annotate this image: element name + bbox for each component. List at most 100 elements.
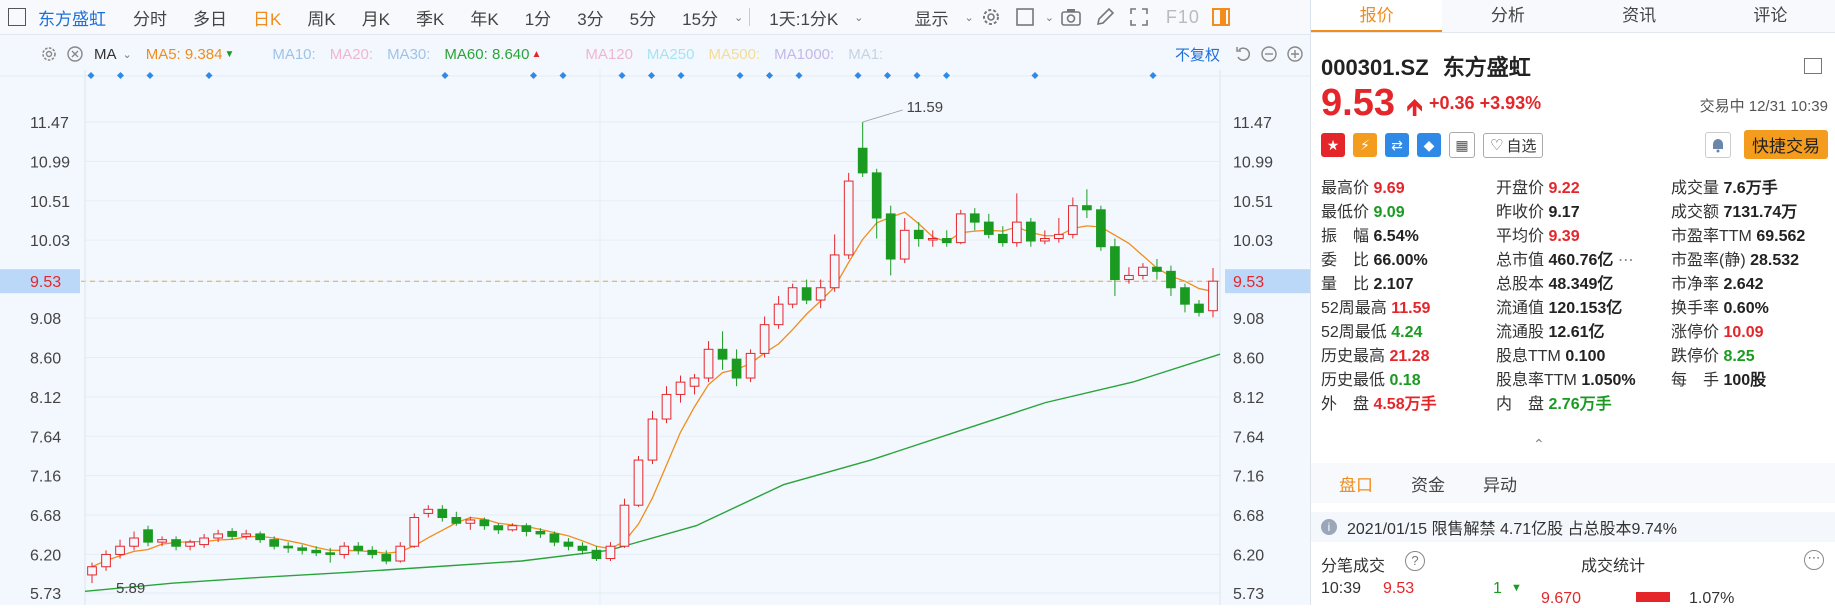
- quote-value: 100股: [1719, 372, 1767, 389]
- quote-cell: 市盈率(静) 28.532: [1671, 246, 1821, 270]
- lower-tabs: 盘口 资金 异动: [1311, 463, 1835, 503]
- y-tick-label-right: 10.51: [1233, 194, 1273, 211]
- quote-value: 9.22: [1544, 180, 1580, 197]
- quote-cell: 52周最高 11.59: [1321, 294, 1496, 318]
- candle-body: [675, 381, 686, 395]
- camera-icon[interactable]: [1060, 6, 1082, 28]
- period-tab-5min[interactable]: 5分: [617, 5, 669, 30]
- bookmark-icon[interactable]: ▦: [1449, 132, 1475, 158]
- candle-body: [227, 530, 237, 537]
- quote-row: 52周最低 4.24 流通股 12.61亿 涨停价 10.09: [1321, 318, 1821, 342]
- gear-icon[interactable]: [980, 6, 1002, 28]
- candle-body: [521, 525, 532, 532]
- up-arrow-icon: 🡹: [1406, 94, 1424, 121]
- stock-name-label[interactable]: 东方盛虹: [38, 5, 106, 30]
- candle-body: [703, 348, 714, 379]
- deal-stats-pct: 1.07%: [1689, 590, 1735, 607]
- candle-body: [199, 537, 209, 546]
- heart-icon: ♡: [1490, 137, 1504, 154]
- period-tab-daily[interactable]: 日K: [240, 5, 294, 30]
- candle-body: [283, 545, 294, 549]
- display-menu[interactable]: 显示: [901, 5, 961, 30]
- chevron-down-icon[interactable]: ⌄: [854, 11, 863, 24]
- shuffle-icon[interactable]: ⇄: [1385, 133, 1409, 157]
- tab-movements[interactable]: 异动: [1483, 471, 1517, 496]
- period-tab-1min[interactable]: 1分: [512, 5, 564, 30]
- lightning-icon[interactable]: ⚡: [1353, 133, 1377, 157]
- candle-body: [1166, 270, 1176, 289]
- tab-comments[interactable]: 评论: [1704, 0, 1835, 32]
- period-tab-monthly[interactable]: 月K: [349, 5, 403, 30]
- ma-label[interactable]: MA: [94, 46, 117, 63]
- tab-funds[interactable]: 资金: [1411, 471, 1445, 496]
- down-triangle-icon: ▼: [1511, 582, 1522, 594]
- deal-stats-price: 9.670: [1541, 590, 1582, 607]
- chevron-up-icon[interactable]: ⌃: [1533, 436, 1545, 453]
- chevron-down-icon[interactable]: ⌄: [123, 48, 132, 61]
- zoom-in-icon[interactable]: [1286, 45, 1304, 63]
- candlestick-chart[interactable]: 11.47 10.99 10.51 10.03 9.53 9.08 8.60 8.12 7.64…: [0, 70, 1310, 605]
- period-tab-3min[interactable]: 3分: [564, 5, 616, 30]
- fullscreen-icon[interactable]: [1128, 6, 1150, 28]
- y-tick-label-left: 6.20: [30, 547, 61, 564]
- period-tab-weekly[interactable]: 周K: [294, 5, 348, 30]
- tag-icon[interactable]: ◆: [1417, 133, 1441, 157]
- quote-cell: 流通值 120.153亿: [1496, 294, 1671, 318]
- candle-body: [549, 533, 560, 543]
- quote-cell: 成交额 7131.74万: [1671, 198, 1821, 222]
- period-tab-quarterly[interactable]: 季K: [403, 5, 457, 30]
- candle-body: [857, 147, 868, 174]
- quote-cell: 最低价 9.09: [1321, 198, 1496, 222]
- adjust-mode-button[interactable]: 不复权: [1175, 44, 1220, 65]
- candle-body: [1152, 266, 1162, 272]
- undo-icon[interactable]: [1234, 45, 1252, 63]
- chevron-down-icon[interactable]: ⌄: [734, 11, 743, 24]
- quote-label: 委 比: [1321, 252, 1370, 269]
- chevron-down-icon[interactable]: ⌄: [964, 11, 973, 24]
- layout-icon[interactable]: [8, 8, 26, 26]
- quote-label: 每 手: [1671, 372, 1720, 389]
- close-icon[interactable]: [66, 45, 84, 63]
- tab-news[interactable]: 资讯: [1573, 0, 1705, 32]
- quote-cell: 开盘价 9.22: [1496, 174, 1671, 198]
- period-tab-15min[interactable]: 15分: [669, 5, 731, 30]
- y-tick-label-right: 10.03: [1233, 233, 1273, 250]
- chevron-down-icon[interactable]: ⌄: [1045, 11, 1054, 24]
- zoom-out-icon[interactable]: [1260, 45, 1278, 63]
- add-watchlist-button[interactable]: ♡ 自选: [1483, 132, 1544, 158]
- candle-body: [941, 238, 952, 244]
- candle-body: [381, 553, 392, 562]
- color-square-icon[interactable]: [1014, 6, 1036, 28]
- bell-icon[interactable]: [1705, 132, 1731, 158]
- more-icon[interactable]: ⋯: [1613, 252, 1634, 269]
- china-flag-icon[interactable]: ★: [1321, 133, 1345, 157]
- gear-icon[interactable]: [40, 45, 58, 63]
- candle-body: [339, 545, 350, 555]
- quote-value: 69.562: [1751, 228, 1806, 245]
- tab-analysis[interactable]: 分析: [1442, 0, 1574, 32]
- add-watchlist-label: 自选: [1506, 137, 1537, 155]
- menu-icon[interactable]: [1804, 58, 1822, 74]
- interval-select[interactable]: 1天:1分K: [756, 5, 851, 30]
- more-icon[interactable]: ⋯: [1804, 550, 1824, 570]
- tab-quote[interactable]: 报价: [1311, 0, 1443, 32]
- stock-name: 东方盛虹: [1442, 55, 1531, 80]
- period-tab-multiday[interactable]: 多日: [180, 5, 240, 30]
- help-icon[interactable]: ?: [1405, 551, 1425, 571]
- candle-body: [661, 393, 672, 420]
- quick-trade-button[interactable]: 快捷交易: [1744, 130, 1828, 159]
- quote-value: 0.60%: [1719, 300, 1769, 317]
- y-tick-label-right: 6.20: [1233, 547, 1264, 564]
- quote-label: 开盘价: [1496, 180, 1545, 197]
- f10-button[interactable]: F10: [1166, 7, 1200, 28]
- period-tab-intraday[interactable]: 分时: [120, 5, 180, 30]
- pencil-icon[interactable]: [1094, 6, 1116, 28]
- quote-value: 0.100: [1560, 348, 1606, 365]
- quote-label: 历史最低: [1321, 372, 1386, 389]
- side-panel-icon[interactable]: [1211, 8, 1230, 26]
- quote-label: 换手率: [1671, 300, 1720, 317]
- tab-orderbook[interactable]: 盘口: [1339, 471, 1373, 496]
- candle-body: [1068, 205, 1078, 235]
- chart-toolbar: 东方盛虹 分时 多日 日K 周K 月K 季K 年K 1分 3分 5分 15分 ⌄…: [0, 0, 1310, 35]
- period-tab-yearly[interactable]: 年K: [457, 5, 511, 30]
